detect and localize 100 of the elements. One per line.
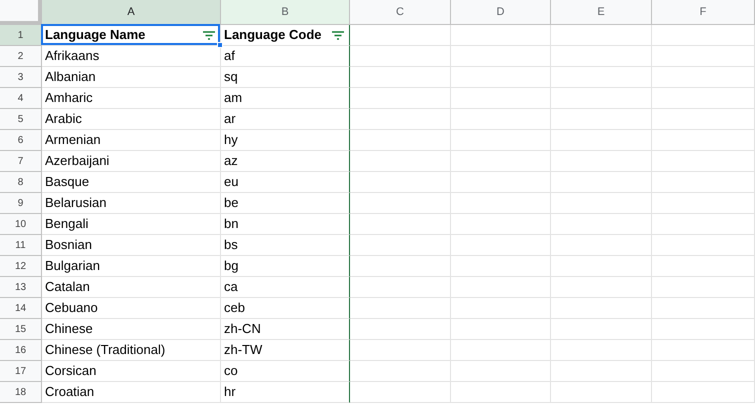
table-cell[interactable] — [652, 130, 755, 151]
column-header[interactable]: B — [221, 0, 350, 25]
row-header[interactable]: 14 — [0, 298, 42, 319]
table-cell[interactable] — [652, 277, 755, 298]
table-cell[interactable] — [652, 256, 755, 277]
row-header[interactable]: 10 — [0, 214, 42, 235]
table-cell[interactable] — [551, 172, 652, 193]
filter-icon[interactable] — [332, 30, 344, 40]
table-cell[interactable] — [451, 25, 551, 46]
table-cell[interactable]: zh-TW — [221, 340, 350, 361]
table-cell[interactable] — [350, 214, 451, 235]
table-cell[interactable] — [652, 235, 755, 256]
table-cell[interactable] — [652, 298, 755, 319]
table-cell[interactable]: Chinese — [42, 319, 221, 340]
table-cell[interactable] — [350, 277, 451, 298]
table-cell[interactable]: bs — [221, 235, 350, 256]
table-cell[interactable] — [451, 256, 551, 277]
row-header[interactable]: 16 — [0, 340, 42, 361]
table-cell[interactable]: ceb — [221, 298, 350, 319]
table-cell[interactable] — [551, 340, 652, 361]
row-header[interactable]: 18 — [0, 382, 42, 403]
table-cell[interactable] — [652, 46, 755, 67]
table-cell[interactable] — [451, 172, 551, 193]
table-cell[interactable] — [350, 193, 451, 214]
row-header[interactable]: 11 — [0, 235, 42, 256]
table-cell[interactable]: be — [221, 193, 350, 214]
header-cell[interactable]: Language Name — [42, 25, 221, 46]
table-cell[interactable] — [451, 382, 551, 403]
column-header[interactable]: E — [551, 0, 652, 25]
table-cell[interactable] — [652, 214, 755, 235]
table-cell[interactable]: Amharic — [42, 88, 221, 109]
table-cell[interactable] — [451, 193, 551, 214]
table-cell[interactable] — [350, 130, 451, 151]
table-cell[interactable] — [350, 25, 451, 46]
column-header[interactable]: A — [42, 0, 221, 25]
table-cell[interactable]: co — [221, 361, 350, 382]
table-cell[interactable] — [551, 214, 652, 235]
table-cell[interactable]: ar — [221, 109, 350, 130]
table-cell[interactable] — [551, 235, 652, 256]
row-header[interactable]: 3 — [0, 67, 42, 88]
table-cell[interactable] — [551, 88, 652, 109]
table-cell[interactable]: Afrikaans — [42, 46, 221, 67]
table-cell[interactable]: Albanian — [42, 67, 221, 88]
table-cell[interactable]: Chinese (Traditional) — [42, 340, 221, 361]
table-cell[interactable]: af — [221, 46, 350, 67]
table-cell[interactable] — [350, 109, 451, 130]
table-cell[interactable]: Armenian — [42, 130, 221, 151]
row-header[interactable]: 9 — [0, 193, 42, 214]
table-cell[interactable]: Cebuano — [42, 298, 221, 319]
row-header[interactable]: 13 — [0, 277, 42, 298]
table-cell[interactable] — [551, 109, 652, 130]
row-header[interactable]: 1 — [0, 25, 42, 46]
table-cell[interactable] — [551, 361, 652, 382]
table-cell[interactable] — [350, 256, 451, 277]
table-cell[interactable] — [350, 151, 451, 172]
table-cell[interactable]: bn — [221, 214, 350, 235]
table-cell[interactable] — [551, 319, 652, 340]
row-header[interactable]: 8 — [0, 172, 42, 193]
table-cell[interactable] — [350, 88, 451, 109]
table-cell[interactable]: bg — [221, 256, 350, 277]
table-cell[interactable] — [451, 151, 551, 172]
table-cell[interactable] — [451, 277, 551, 298]
table-cell[interactable]: Belarusian — [42, 193, 221, 214]
table-cell[interactable]: hr — [221, 382, 350, 403]
table-cell[interactable] — [652, 172, 755, 193]
table-cell[interactable] — [551, 382, 652, 403]
table-cell[interactable] — [551, 151, 652, 172]
table-cell[interactable]: Arabic — [42, 109, 221, 130]
table-cell[interactable] — [350, 298, 451, 319]
table-cell[interactable]: Azerbaijani — [42, 151, 221, 172]
table-cell[interactable] — [652, 109, 755, 130]
row-header[interactable]: 6 — [0, 130, 42, 151]
column-header[interactable]: D — [451, 0, 551, 25]
table-cell[interactable]: sq — [221, 67, 350, 88]
row-header[interactable]: 7 — [0, 151, 42, 172]
table-cell[interactable] — [551, 193, 652, 214]
column-header[interactable]: C — [350, 0, 451, 25]
table-cell[interactable] — [350, 46, 451, 67]
table-cell[interactable] — [350, 319, 451, 340]
row-header[interactable]: 2 — [0, 46, 42, 67]
filter-icon[interactable] — [203, 30, 215, 40]
column-header[interactable]: F — [652, 0, 755, 25]
table-cell[interactable] — [451, 298, 551, 319]
table-cell[interactable] — [451, 361, 551, 382]
table-cell[interactable] — [652, 67, 755, 88]
table-cell[interactable] — [350, 382, 451, 403]
row-header[interactable]: 12 — [0, 256, 42, 277]
table-cell[interactable]: hy — [221, 130, 350, 151]
row-header[interactable]: 15 — [0, 319, 42, 340]
table-cell[interactable]: az — [221, 151, 350, 172]
table-cell[interactable] — [350, 235, 451, 256]
fill-handle[interactable] — [217, 42, 223, 48]
table-cell[interactable] — [652, 361, 755, 382]
select-all-corner[interactable] — [0, 0, 42, 25]
table-cell[interactable]: Corsican — [42, 361, 221, 382]
table-cell[interactable] — [551, 256, 652, 277]
table-cell[interactable] — [551, 25, 652, 46]
table-cell[interactable]: zh-CN — [221, 319, 350, 340]
table-cell[interactable] — [350, 340, 451, 361]
table-cell[interactable]: ca — [221, 277, 350, 298]
